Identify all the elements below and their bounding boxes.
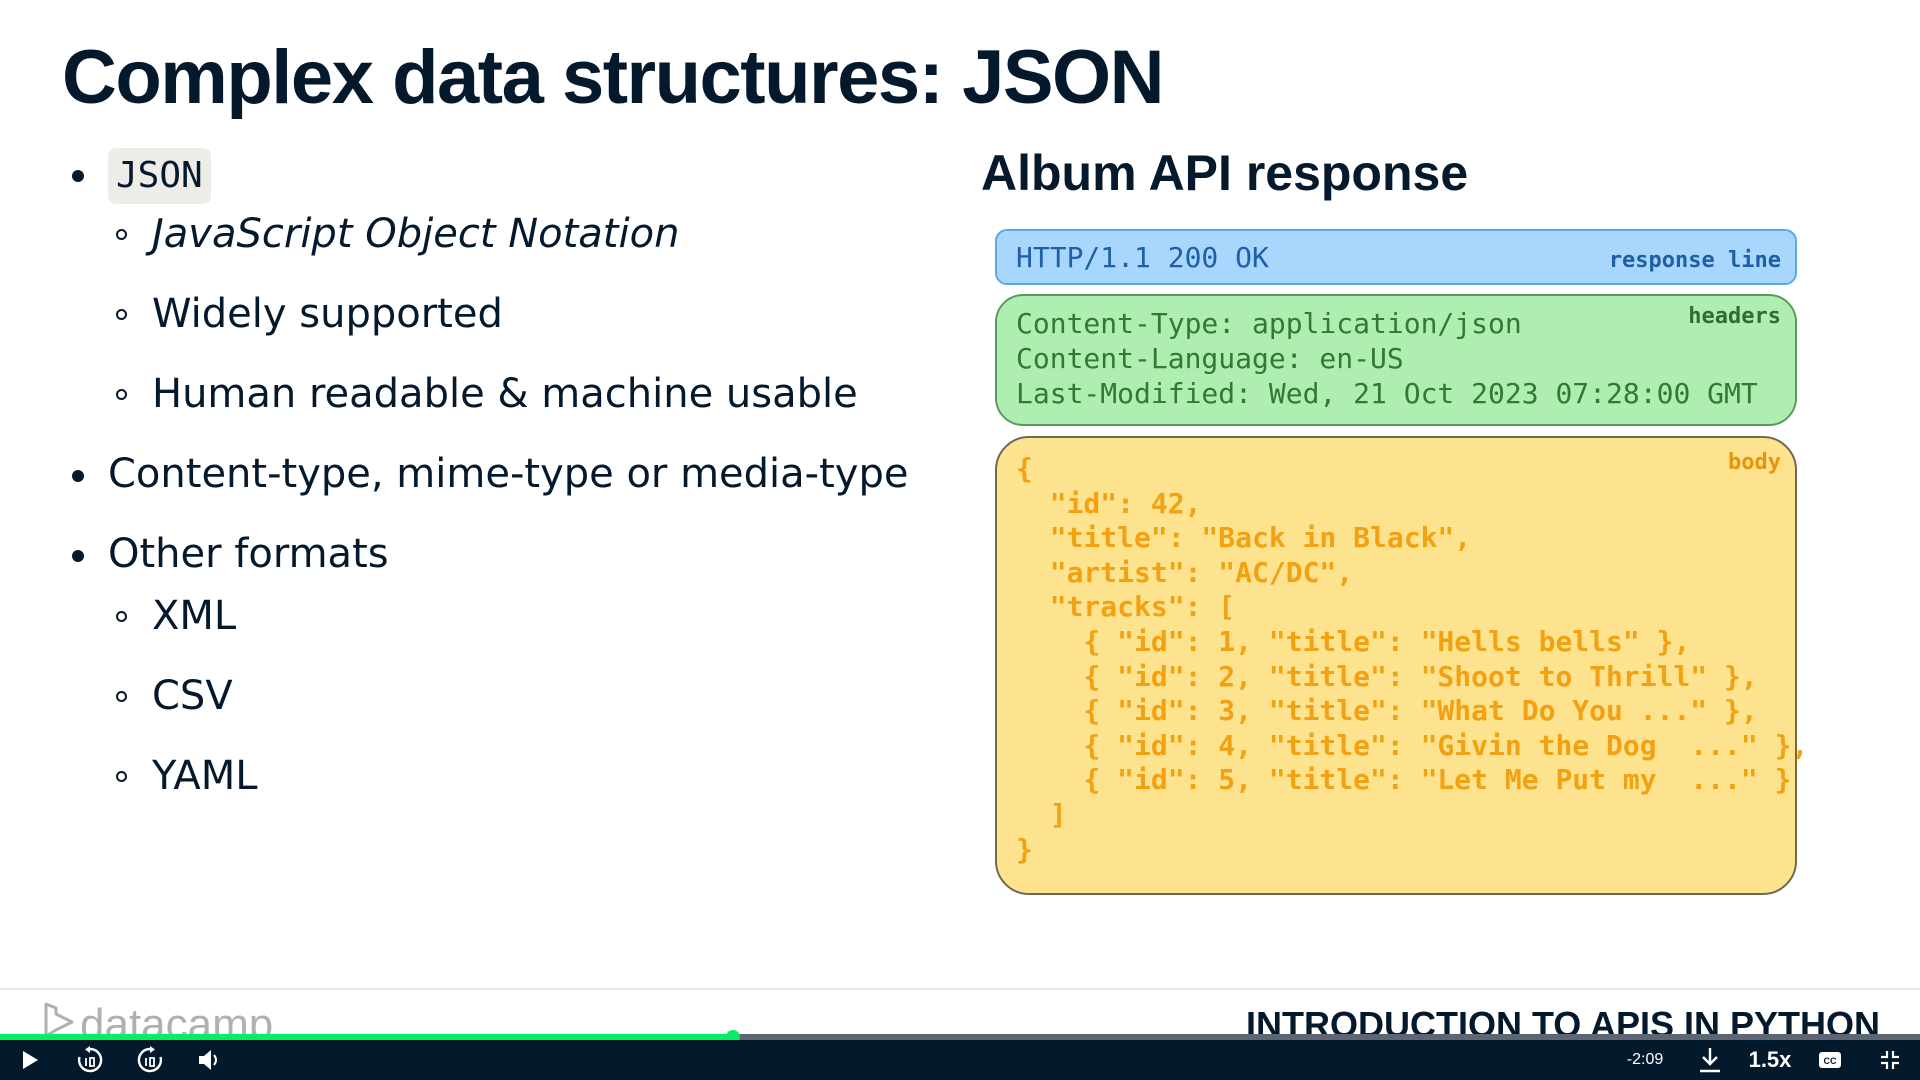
response-line-text: HTTP/1.1 200 OK [1016, 241, 1269, 274]
header-lines: Content-Type: application/json Content-L… [1016, 306, 1758, 411]
body-box: body { "id": 42, "title": "Back in Black… [995, 436, 1808, 895]
bullet-list: JSON JavaScript Object Notation Widely s… [70, 148, 930, 802]
forward-10-button[interactable] [132, 1040, 168, 1080]
exit-fullscreen-icon [1881, 1051, 1899, 1069]
brand-name: datacamp [80, 1000, 274, 1038]
bullet-other-formats: Other formats [70, 528, 930, 580]
json-code-label: JSON [108, 148, 211, 204]
slide-title: Complex data structures: JSON [62, 35, 1165, 120]
album-api-title: Album API response [981, 145, 1469, 201]
bullet-json: JSON [70, 148, 930, 204]
sub-bullet-yaml: YAML [70, 750, 930, 802]
play-button[interactable] [12, 1040, 48, 1080]
play-icon [23, 1051, 38, 1069]
header-line: Content-Language: en-US [1016, 342, 1404, 375]
captions-button[interactable]: CC [1812, 1040, 1848, 1080]
sub-bullet-json-full: JavaScript Object Notation [70, 208, 930, 260]
forward-10-icon [137, 1046, 163, 1073]
sub-bullet-human: Human readable & machine usable [70, 368, 930, 420]
video-controls-bar: -2:09 1.5x CC [0, 1040, 1920, 1080]
download-icon [1700, 1048, 1720, 1073]
volume-button[interactable] [192, 1040, 228, 1080]
rewind-10-icon [77, 1046, 103, 1073]
rewind-10-button[interactable] [72, 1040, 108, 1080]
header-line: Last-Modified: Wed, 21 Oct 2023 07:28:00… [1016, 377, 1758, 410]
body-json-code: { "id": 42, "title": "Back in Black", "a… [1016, 452, 1809, 866]
svg-text:CC: CC [1824, 1056, 1837, 1066]
volume-icon [199, 1050, 217, 1070]
time-remaining: -2:09 [1626, 1051, 1664, 1068]
sub-bullet-csv: CSV [70, 670, 930, 722]
bullet-content-type: Content-type, mime-type or media-type [70, 448, 930, 500]
captions-icon: CC [1819, 1052, 1841, 1068]
footer-divider [0, 988, 1920, 990]
headers-box: headers Content-Type: application/json C… [995, 294, 1797, 426]
response-line-box: HTTP/1.1 200 OK response line [995, 229, 1797, 285]
sub-bullet-xml: XML [70, 590, 930, 642]
header-line: Content-Type: application/json [1016, 307, 1522, 340]
playback-speed-button[interactable]: 1.5x [1742, 1040, 1798, 1080]
download-button[interactable] [1692, 1040, 1728, 1080]
sub-bullet-widely: Widely supported [70, 288, 930, 340]
datacamp-logo: datacamp [42, 1000, 273, 1038]
response-line-tag: response line [1608, 248, 1781, 273]
datacamp-logo-icon [44, 1002, 74, 1038]
course-name: INTRODUCTION TO APIS IN PYTHON [1245, 1004, 1880, 1038]
exit-fullscreen-button[interactable] [1872, 1040, 1908, 1080]
